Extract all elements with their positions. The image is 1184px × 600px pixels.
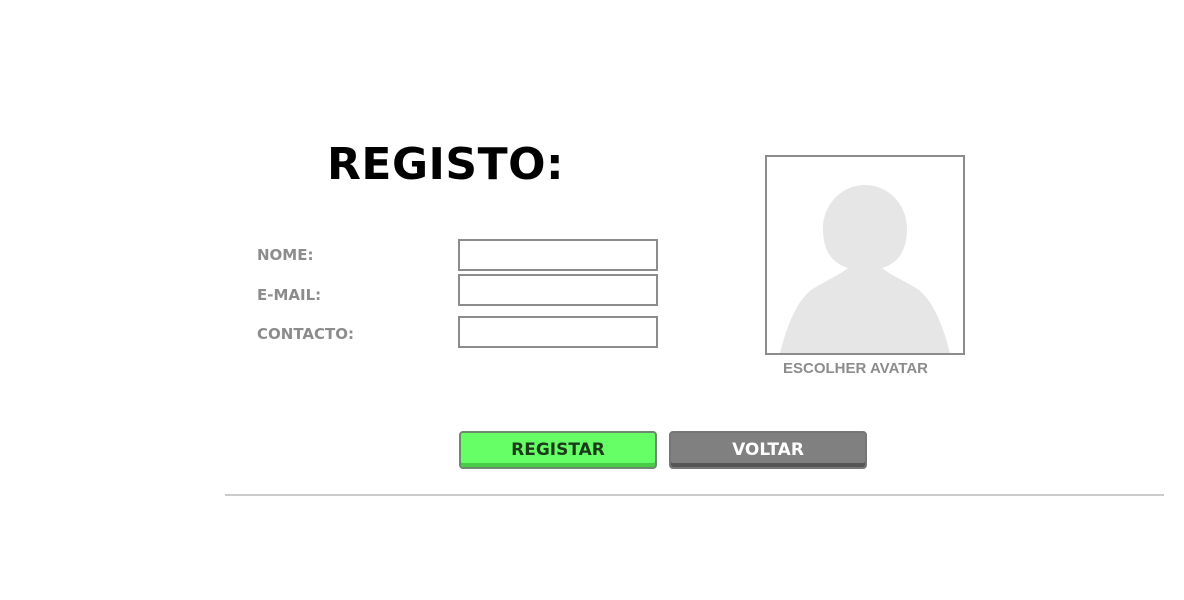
name-input[interactable] bbox=[458, 239, 658, 271]
contact-label: CONTACTO: bbox=[257, 325, 354, 343]
user-silhouette-icon bbox=[780, 185, 950, 353]
page-title: REGISTO: bbox=[327, 139, 565, 190]
choose-avatar-label[interactable]: ESCOLHER AVATAR bbox=[783, 360, 928, 378]
divider bbox=[225, 494, 1164, 496]
name-label: NOME: bbox=[257, 246, 314, 264]
email-label: E-MAIL: bbox=[257, 286, 322, 304]
register-button[interactable]: REGISTAR bbox=[459, 431, 657, 469]
avatar-picker[interactable] bbox=[765, 155, 965, 355]
contact-input[interactable] bbox=[458, 316, 658, 348]
email-input[interactable] bbox=[458, 274, 658, 306]
back-button[interactable]: VOLTAR bbox=[669, 431, 867, 469]
